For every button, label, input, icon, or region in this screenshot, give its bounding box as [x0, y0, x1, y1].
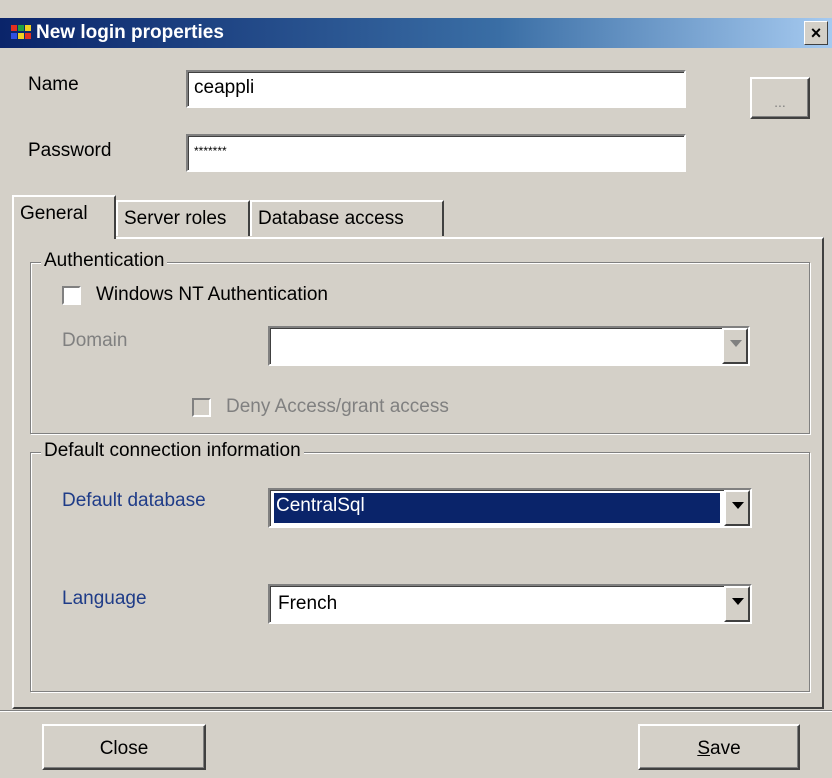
default-database-value: CentralSql [274, 493, 720, 523]
close-window-button[interactable]: × [804, 21, 828, 45]
tab-database-access-label: Database access [258, 208, 404, 229]
save-mnemonic: S [697, 738, 711, 759]
name-label: Name [28, 74, 79, 95]
deny-access-label: Deny Access/grant access [226, 396, 449, 417]
save-button[interactable]: Save [638, 724, 800, 770]
default-database-dropdown[interactable]: CentralSql [268, 488, 752, 528]
windows-nt-label: Windows NT Authentication [96, 284, 328, 305]
password-value: ******* [194, 144, 227, 158]
tab-server-roles-label: Server roles [124, 208, 227, 229]
language-label: Language [62, 588, 147, 609]
name-input[interactable]: ceappli [186, 70, 686, 108]
footer-separator [0, 710, 832, 712]
language-value: French [278, 593, 338, 614]
language-dropdown-button[interactable] [724, 586, 750, 622]
chevron-down-icon [730, 340, 742, 347]
domain-dropdown[interactable] [268, 326, 750, 366]
windows-nt-checkbox[interactable] [62, 286, 81, 305]
password-input[interactable]: ******* [186, 134, 686, 172]
app-icon [11, 25, 31, 39]
language-dropdown[interactable]: French [268, 584, 752, 624]
tab-general[interactable]: General [12, 195, 116, 239]
title-bar: New login properties × [0, 18, 832, 48]
chevron-down-icon [732, 502, 744, 509]
domain-dropdown-button[interactable] [722, 328, 748, 364]
browse-button[interactable]: ... [750, 77, 810, 119]
tab-database-access[interactable]: Database access [250, 200, 444, 236]
authentication-group-title: Authentication [41, 250, 168, 272]
default-database-label: Default database [62, 490, 206, 511]
deny-access-checkbox[interactable] [192, 398, 211, 417]
close-button[interactable]: Close [42, 724, 206, 770]
save-button-label: Save [697, 738, 740, 759]
tab-general-label: General [20, 203, 88, 224]
password-label: Password [28, 140, 112, 161]
default-connection-group-title: Default connection information [41, 440, 304, 462]
chevron-down-icon [732, 598, 744, 605]
close-button-label: Close [99, 738, 149, 759]
browse-label: ... [774, 94, 786, 110]
default-database-dropdown-button[interactable] [724, 490, 750, 526]
close-icon: × [810, 23, 822, 43]
window-title: New login properties [36, 22, 224, 43]
domain-label: Domain [62, 330, 128, 351]
save-label-rest: ave [710, 738, 741, 759]
name-value: ceappli [194, 77, 255, 98]
tab-server-roles[interactable]: Server roles [116, 200, 250, 236]
